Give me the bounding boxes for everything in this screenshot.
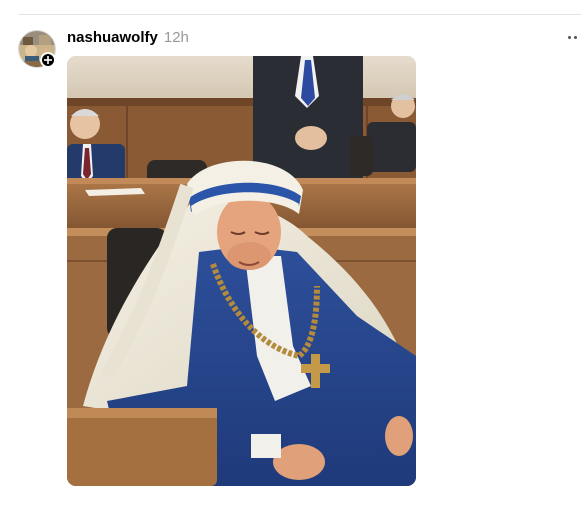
post-timestamp[interactable]: 12h [164, 29, 189, 46]
follow-button[interactable] [40, 52, 56, 68]
thread-feed: nashuawolfy 12h [0, 0, 581, 507]
more-dot [574, 35, 577, 39]
post-header: nashuawolfy 12h [67, 27, 189, 47]
photo-illustration [67, 56, 416, 486]
more-options-button[interactable] [568, 31, 581, 43]
plus-icon [44, 56, 52, 64]
username-link[interactable]: nashuawolfy [67, 29, 158, 46]
post-photo[interactable] [67, 56, 416, 486]
avatar-container[interactable] [18, 30, 56, 68]
post-divider [18, 14, 581, 15]
more-horizontal-icon [568, 35, 571, 39]
